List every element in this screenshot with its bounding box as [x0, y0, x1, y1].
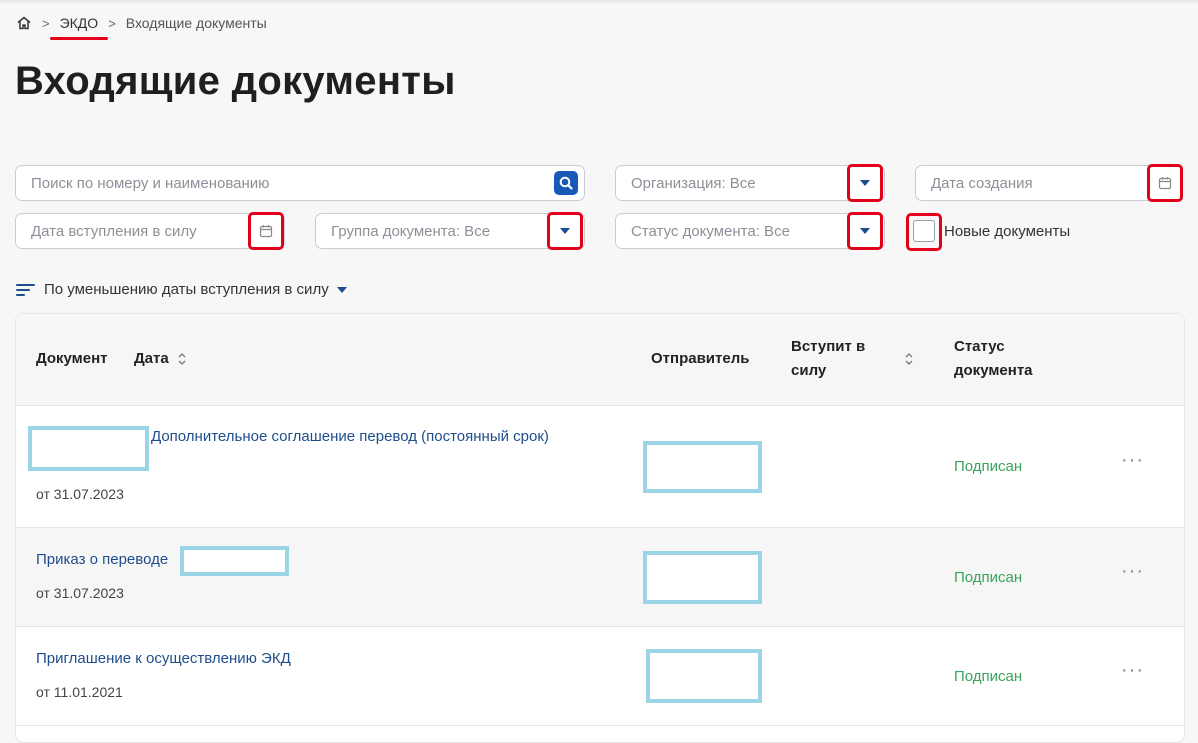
more-actions-button[interactable]: ··· — [1121, 560, 1144, 583]
doc-status-value: Статус документа: Все — [631, 223, 790, 240]
column-document[interactable]: Документ — [36, 347, 108, 370]
document-link[interactable]: Приглашение к осуществлению ЭКД — [36, 650, 291, 667]
red-box-annotation — [1147, 164, 1183, 202]
document-link[interactable]: Дополнительное соглашение перевод (посто… — [151, 428, 549, 445]
effective-date-placeholder: Дата вступления в силу — [31, 223, 197, 240]
status-badge: Подписан — [954, 569, 1023, 586]
breadcrumb-ekdo-label: ЭКДО — [59, 15, 99, 31]
search-button[interactable] — [554, 171, 578, 195]
search-icon — [559, 176, 573, 190]
sort-toggle-icon[interactable] — [904, 352, 914, 366]
redacted-area — [643, 551, 762, 604]
red-box-annotation — [906, 213, 942, 251]
search-input[interactable]: Поиск по номеру и наименованию — [15, 165, 585, 201]
documents-table: Документ Дата Отправитель Вступит в силу… — [15, 313, 1185, 743]
document-date: от 31.07.2023 — [36, 585, 124, 601]
more-actions-button[interactable]: ··· — [1121, 659, 1144, 682]
status-badge: Подписан — [954, 458, 1023, 475]
organization-select[interactable]: Организация: Все — [615, 165, 885, 201]
search-placeholder: Поиск по номеру и наименованию — [31, 175, 270, 192]
document-date: от 11.01.2021 — [36, 684, 123, 700]
doc-status-select[interactable]: Статус документа: Все — [615, 213, 885, 249]
redacted-area — [28, 426, 149, 471]
redacted-area — [643, 441, 762, 493]
red-box-annotation — [847, 164, 883, 202]
new-docs-label: Новые документы — [944, 223, 1071, 240]
sort-selector[interactable]: По уменьшению даты вступления в силу — [16, 281, 347, 298]
home-icon[interactable] — [16, 15, 32, 31]
sort-icon — [16, 283, 35, 296]
document-date: от 31.07.2023 — [36, 486, 124, 502]
chevron-down-icon — [336, 286, 347, 293]
red-box-annotation — [248, 212, 284, 250]
column-status-line1: Статус — [954, 338, 1005, 355]
breadcrumb-separator: > — [108, 15, 116, 31]
red-box-annotation — [547, 212, 583, 250]
page-title: Входящие документы — [15, 59, 456, 103]
doc-group-select[interactable]: Группа документа: Все — [315, 213, 585, 249]
redacted-area — [180, 546, 289, 576]
status-badge: Подписан — [954, 668, 1023, 685]
created-date-field[interactable]: Дата создания — [915, 165, 1183, 201]
breadcrumb: > ЭКДО > Входящие документы — [16, 13, 267, 40]
table-row[interactable]: Приглашение к осуществлению ЭКД от 11.01… — [16, 627, 1184, 726]
column-sender: Отправитель — [651, 350, 750, 367]
table-row[interactable]: Дополнительное соглашение перевод (посто… — [16, 405, 1184, 528]
column-date[interactable]: Дата — [134, 347, 169, 370]
created-date-placeholder: Дата создания — [931, 175, 1033, 192]
sort-label: По уменьшению даты вступления в силу — [44, 281, 329, 298]
breadcrumb-ekdo-link[interactable]: ЭКДО — [49, 15, 109, 40]
redacted-area — [646, 649, 762, 703]
column-effective-line1[interactable]: Вступит в — [791, 335, 865, 358]
organization-value: Организация: Все — [631, 175, 756, 192]
red-box-annotation — [847, 212, 883, 250]
sort-toggle-icon[interactable] — [177, 352, 187, 366]
effective-date-field[interactable]: Дата вступления в силу — [15, 213, 285, 249]
doc-group-value: Группа документа: Все — [331, 223, 491, 240]
breadcrumb-current: Входящие документы — [125, 15, 267, 31]
top-shadow — [0, 0, 1198, 4]
red-underline-annotation — [49, 37, 109, 40]
breadcrumb-separator: > — [42, 15, 50, 31]
document-link[interactable]: Приказ о переводе — [36, 551, 168, 568]
more-actions-button[interactable]: ··· — [1121, 449, 1144, 472]
column-effective-line2[interactable]: силу — [791, 359, 826, 382]
table-row[interactable]: Приказ о переводе от 31.07.2023 Подписан… — [16, 528, 1184, 627]
column-status-line2: документа — [954, 362, 1033, 379]
